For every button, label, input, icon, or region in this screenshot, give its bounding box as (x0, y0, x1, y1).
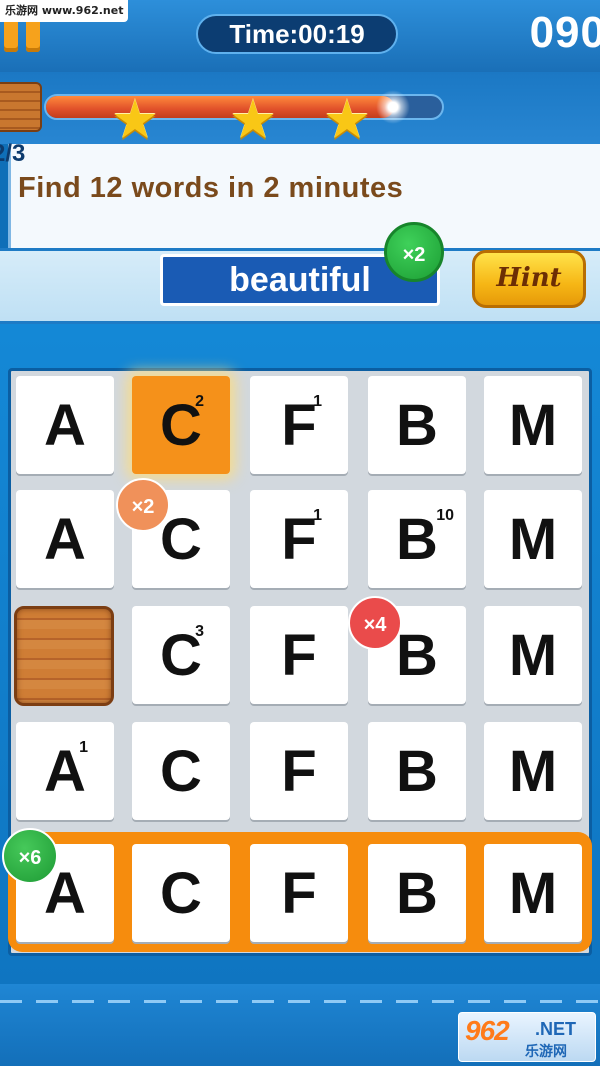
letter-tile[interactable]: A1 (16, 722, 114, 820)
tile-letter: B (396, 623, 438, 688)
letter-tile[interactable]: F (250, 606, 348, 704)
tile-points: 3 (195, 623, 204, 640)
timer-display: Time:00:19 (196, 14, 398, 54)
letter-tile[interactable]: C3 (132, 606, 230, 704)
star-icon: ★ (322, 88, 372, 151)
star-icon: ★ (110, 88, 160, 151)
tile-letter: C (160, 861, 202, 926)
tile-points: 1 (79, 739, 88, 756)
wood-block-tile (14, 606, 114, 706)
star-icon: ★ (228, 88, 278, 151)
tile-letter: F (281, 507, 317, 572)
tile-letter: B (396, 393, 438, 458)
tile-letter: B (396, 507, 438, 572)
tile-points: 10 (436, 507, 454, 524)
letter-tile[interactable]: M (484, 722, 582, 820)
tile-letter: F (281, 393, 317, 458)
tile-points: 1 (313, 507, 322, 524)
tile-letter: M (508, 623, 558, 688)
level-counter: 2/3 (0, 140, 26, 167)
tile-letter: M (508, 739, 558, 804)
letter-tile[interactable]: C (132, 722, 230, 820)
tile-letter: M (508, 861, 558, 926)
letter-tile[interactable]: C (132, 844, 230, 942)
progress-area (0, 72, 600, 144)
tile-letter: F (281, 623, 317, 688)
wood-icon (0, 82, 42, 132)
letter-tile[interactable]: B (368, 722, 466, 820)
letter-tile[interactable]: A (16, 490, 114, 588)
letter-tile[interactable]: B (368, 844, 466, 942)
sparkle-icon (376, 90, 411, 124)
tile-multiplier-badge: ×2 (116, 478, 170, 532)
mission-text: Find 12 words in 2 minutes (18, 172, 404, 204)
tile-letter: M (508, 393, 558, 458)
letter-tile[interactable]: C2 (132, 376, 230, 474)
tile-letter: B (396, 739, 438, 804)
letter-tile[interactable]: M (484, 844, 582, 942)
letter-tile[interactable]: B 10 (368, 490, 466, 588)
watermark-top: 乐游网 www.962.net (0, 0, 129, 22)
tile-points: 1 (313, 393, 322, 410)
tile-multiplier-badge: ×6 (2, 828, 58, 884)
tile-multiplier-badge: ×4 (348, 596, 402, 650)
letter-tile[interactable]: F1 (250, 376, 348, 474)
letter-tile[interactable]: A (16, 376, 114, 474)
word-multiplier-badge: ×2 (384, 222, 444, 282)
tile-letter: C (160, 739, 202, 804)
letter-tile[interactable]: F (250, 722, 348, 820)
tile-letter: F (281, 739, 317, 804)
tile-letter: F (281, 861, 317, 926)
watermark-logo: 962 .NET 乐游网 (458, 1012, 596, 1062)
dashed-divider (0, 1000, 600, 1003)
letter-tile[interactable]: B (368, 376, 466, 474)
hint-button[interactable]: Hint (472, 250, 586, 308)
tile-letter: B (396, 861, 438, 926)
letter-tile[interactable]: F (250, 844, 348, 942)
letter-tile[interactable]: F1 (250, 490, 348, 588)
tile-letter: A (44, 507, 86, 572)
letter-tile[interactable]: M (484, 490, 582, 588)
letter-tile[interactable]: M (484, 606, 582, 704)
tile-letter: M (508, 507, 558, 572)
tile-points: 2 (195, 393, 204, 410)
letter-tile[interactable]: M (484, 376, 582, 474)
score-display: 090 (529, 8, 600, 57)
tile-letter: A (44, 393, 86, 458)
